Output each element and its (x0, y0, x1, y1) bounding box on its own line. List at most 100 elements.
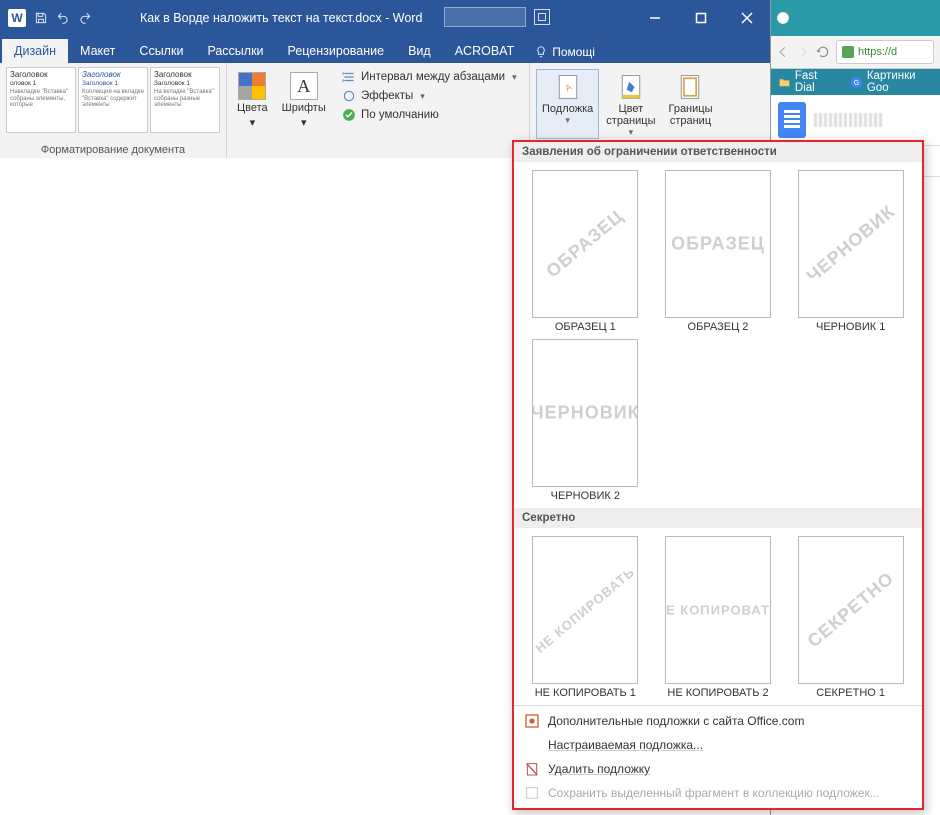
chevron-down-icon: ▾ (420, 91, 425, 102)
tab-review[interactable]: Рецензирование (276, 39, 397, 63)
tab-view[interactable]: Вид (396, 39, 443, 63)
theme-thumb[interactable]: Заголовок Заголовок 1 На вкладке "Вставк… (150, 67, 220, 133)
google-icon: G (850, 76, 863, 89)
window-controls (632, 0, 770, 36)
gallery-section-header: Секретно (514, 508, 922, 528)
themes-gallery[interactable]: Заголовок оловок 1 Навкладке "Вставка" с… (6, 67, 220, 133)
close-button[interactable] (724, 0, 770, 36)
bookmark-google-images[interactable]: G Картинки Goo (850, 70, 940, 94)
watermark-caption: ЧЕРНОВИК 2 (551, 490, 620, 502)
watermark-caption: НЕ КОПИРОВАТЬ 1 (535, 687, 636, 699)
svg-text:G: G (854, 80, 859, 87)
watermark-preview: ЧЕРНОВИК (798, 170, 904, 318)
watermark-icon: A (554, 73, 582, 101)
chevron-down-icon: ▾ (512, 72, 517, 83)
tab-mailings[interactable]: Рассылки (195, 39, 275, 63)
watermark-caption: ОБРАЗЕЦ 2 (688, 321, 749, 333)
bulb-icon (534, 45, 548, 59)
custom-watermark[interactable]: Настраиваемая подложка... (514, 733, 922, 757)
chevron-down-icon: ▾ (301, 116, 307, 129)
watermark-draft-2[interactable]: ЧЕРНОВИК ЧЕРНОВИК 2 (524, 339, 647, 502)
remove-watermark[interactable]: Удалить подложку (514, 757, 922, 781)
tab-links[interactable]: Ссылки (127, 39, 195, 63)
watermark-caption: ОБРАЗЕЦ 1 (555, 321, 616, 333)
account-name[interactable] (444, 7, 526, 27)
reload-icon[interactable] (816, 45, 830, 59)
quick-access: W (0, 9, 92, 27)
tell-me[interactable]: Помощі (526, 41, 603, 63)
address-bar[interactable]: https://d (836, 40, 934, 64)
watermark-preview: ЧЕРНОВИК (532, 339, 638, 487)
watermark-preview: НЕ КОПИРОВАТЬ (532, 536, 638, 684)
group-label: Форматирование документа (0, 144, 226, 156)
gdocs-icon (778, 102, 806, 138)
more-watermarks-office[interactable]: Дополнительные подложки с сайта Office.c… (514, 709, 922, 733)
watermark-nocopy-1[interactable]: НЕ КОПИРОВАТЬ НЕ КОПИРОВАТЬ 1 (524, 536, 647, 699)
tab-layout[interactable]: Макет (68, 39, 127, 63)
group-paragraph-spacing: Интервал между абзацами▾ Эффекты▾ По умо… (333, 63, 530, 158)
chevron-down-icon: ▾ (250, 116, 256, 129)
watermark-caption: СЕКРЕТНО 1 (816, 687, 885, 699)
chevron-down-icon: ▾ (629, 128, 634, 138)
chevron-down-icon: ▾ (565, 116, 570, 126)
borders-icon (676, 73, 704, 101)
bookmark-fastdial[interactable]: Fast Dial (778, 70, 840, 94)
delete-icon (524, 761, 540, 777)
window-title: Как в Ворде наложить текст на текст.docx… (140, 11, 430, 25)
theme-thumb[interactable]: Заголовок оловок 1 Навкладке "Вставка" с… (6, 67, 76, 133)
save-icon[interactable] (34, 11, 48, 25)
watermark-preview: ОБРАЗЕЦ (532, 170, 638, 318)
account-area (444, 7, 550, 27)
page-borders-button[interactable]: Границы страниц (662, 69, 718, 139)
watermark-sample-2[interactable]: ОБРАЗЕЦ ОБРАЗЕЦ 2 (657, 170, 780, 333)
watermark-nocopy-2[interactable]: НЕ КОПИРОВАТЬ НЕ КОПИРОВАТЬ 2 (657, 536, 780, 699)
watermark-draft-1[interactable]: ЧЕРНОВИК ЧЕРНОВИК 1 (789, 170, 912, 333)
set-default-button[interactable]: По умолчанию (339, 107, 523, 123)
browser-titlebar (770, 0, 940, 36)
colors-button[interactable]: Цвета ▾ (233, 69, 272, 132)
blank-icon (524, 737, 540, 753)
redo-icon[interactable] (78, 11, 92, 25)
spacing-icon (342, 70, 356, 84)
watermark-gallery: Заявления об ограничении ответственности… (512, 140, 924, 810)
fonts-button[interactable]: A Шрифты ▾ (278, 69, 330, 132)
gallery-grid: ЧЕРНОВИК ЧЕРНОВИК 2 (514, 339, 922, 508)
effects-button[interactable]: Эффекты▾ (339, 88, 523, 104)
folder-icon (778, 76, 791, 89)
watermark-preview: СЕКРЕТНО (798, 536, 904, 684)
tab-acrobat[interactable]: ACROBAT (443, 39, 527, 63)
paragraph-spacing-button[interactable]: Интервал между абзацами▾ (339, 69, 523, 85)
ribbon-display-icon[interactable] (534, 9, 550, 25)
save-gallery-icon (524, 785, 540, 801)
url-text: https://d (858, 46, 897, 58)
office-icon (524, 713, 540, 729)
page-color-button[interactable]: Цвет страницы▾ (600, 69, 661, 139)
group-colors-fonts: Цвета ▾ A Шрифты ▾ (227, 63, 333, 158)
gallery-grid: ОБРАЗЕЦ ОБРАЗЕЦ 1 ОБРАЗЕЦ ОБРАЗЕЦ 2 ЧЕРН… (514, 162, 922, 339)
titlebar: W Как в Ворде наложить текст на текст.do… (0, 0, 770, 36)
gdocs-doc-title (814, 113, 884, 127)
browser-nav (776, 45, 830, 59)
minimize-button[interactable] (632, 0, 678, 36)
fonts-icon: A (290, 72, 318, 100)
lock-icon (842, 46, 854, 58)
undo-icon[interactable] (56, 11, 70, 25)
page-color-icon (617, 73, 645, 101)
group-doc-format: Заголовок оловок 1 Навкладке "Вставка" с… (0, 63, 227, 158)
watermark-sample-1[interactable]: ОБРАЗЕЦ ОБРАЗЕЦ 1 (524, 170, 647, 333)
watermark-preview: НЕ КОПИРОВАТЬ (665, 536, 771, 684)
watermark-caption: ЧЕРНОВИК 1 (816, 321, 885, 333)
watermark-button[interactable]: A Подложка ▾ (536, 69, 599, 139)
effects-icon (342, 89, 356, 103)
firefox-icon (776, 11, 790, 25)
maximize-button[interactable] (678, 0, 724, 36)
gdocs-header (770, 95, 940, 146)
theme-thumb[interactable]: Заголовок Заголовок 1 Коллекция на вклад… (78, 67, 148, 133)
tab-design[interactable]: Дизайн (2, 39, 68, 63)
back-icon[interactable] (776, 45, 790, 59)
save-selection-to-gallery: Сохранить выделенный фрагмент в коллекци… (514, 781, 922, 805)
bookmarks-bar: Fast Dial G Картинки Goo (770, 69, 940, 95)
watermark-secret-1[interactable]: СЕКРЕТНО СЕКРЕТНО 1 (789, 536, 912, 699)
forward-icon[interactable] (796, 45, 810, 59)
word-icon: W (8, 9, 26, 27)
